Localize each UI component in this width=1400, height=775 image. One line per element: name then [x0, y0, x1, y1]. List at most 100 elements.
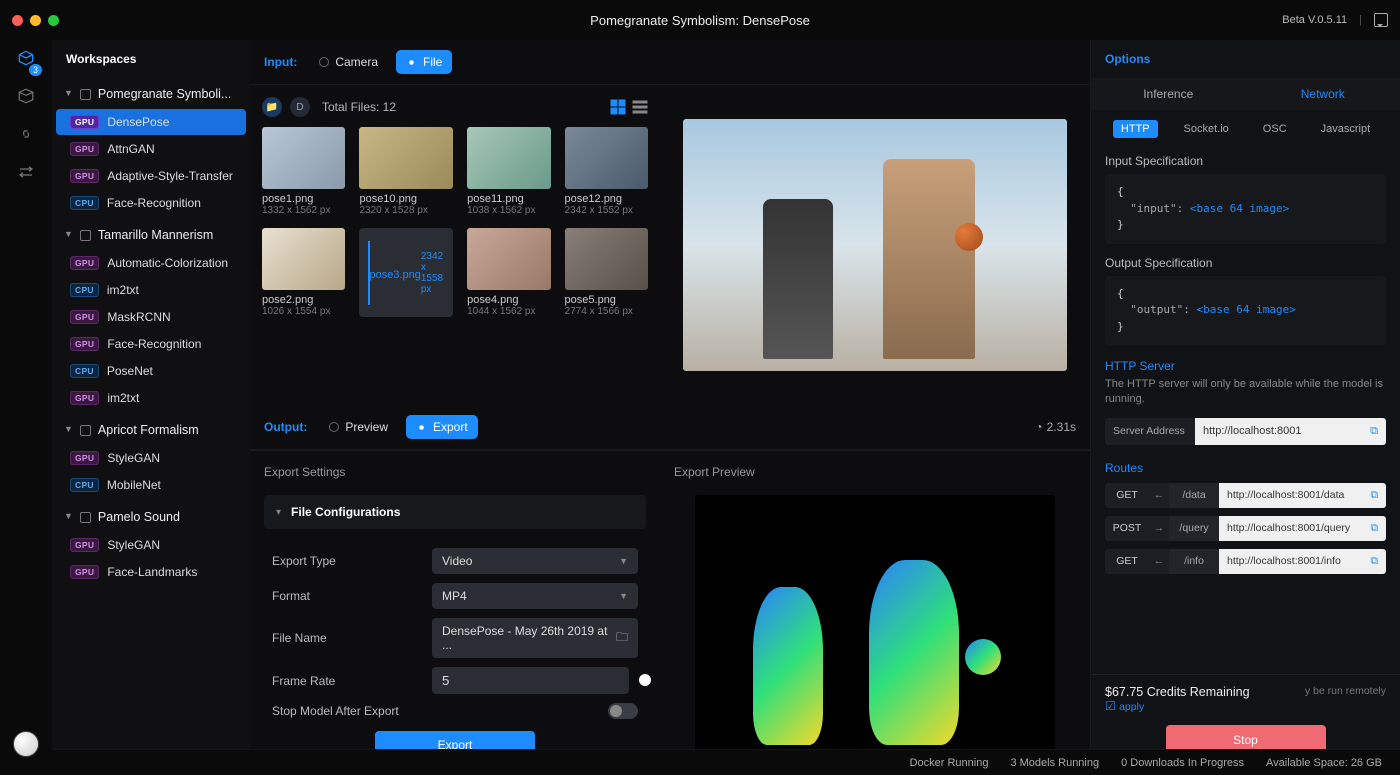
chevron-down-icon: ▼ — [619, 591, 628, 601]
clock-icon: ◔ — [1035, 420, 1042, 434]
file-thumbnail — [467, 127, 550, 189]
tab-inference[interactable]: Inference — [1091, 78, 1246, 110]
model-row[interactable]: CPUPoseNet — [56, 358, 246, 384]
model-row[interactable]: GPUDensePose — [56, 109, 246, 135]
proto-socketio[interactable]: Socket.io — [1176, 120, 1237, 138]
route-url[interactable]: http://localhost:8001/info⧉ — [1219, 549, 1386, 574]
compute-tag: GPU — [70, 337, 99, 351]
output-option-export[interactable]: Export — [406, 415, 478, 439]
model-row[interactable]: GPUStyleGAN — [56, 445, 246, 471]
export-preview-panel: Export Preview — [660, 451, 1090, 775]
copy-icon[interactable]: ⧉ — [1371, 522, 1379, 535]
route-url[interactable]: http://localhost:8001/query⧉ — [1219, 516, 1386, 541]
file-card[interactable]: pose1.png1332 x 1562 px — [262, 127, 345, 216]
proto-javascript[interactable]: Javascript — [1313, 120, 1379, 138]
workspace-header[interactable]: ▼Pamelo Sound — [52, 503, 250, 531]
workspace-header[interactable]: ▼ Apricot Formalism — [52, 416, 250, 444]
output-option-preview[interactable]: Preview — [319, 415, 398, 439]
export-icon — [416, 422, 427, 433]
user-avatar[interactable] — [13, 731, 39, 757]
file-dimensions: 1044 x 1562 px — [467, 306, 550, 317]
list-view-button[interactable] — [632, 99, 648, 115]
close-window-button[interactable] — [12, 15, 23, 26]
file-dimensions: 1026 x 1554 px — [262, 306, 345, 317]
tab-network[interactable]: Network — [1246, 78, 1400, 110]
nav-rail: 3 — [0, 40, 52, 775]
flow-icon[interactable] — [16, 162, 36, 182]
workspace-header[interactable]: ▼Tamarillo Mannerism — [52, 221, 250, 249]
chevron-down-icon: ▼ — [64, 424, 73, 434]
file-name-field[interactable]: DensePose - May 26th 2019 at ...🗀 — [432, 618, 638, 658]
file-card[interactable]: pose3.png2342 x 1558 px — [359, 228, 453, 317]
route-path: /data — [1169, 483, 1219, 508]
open-folder-button[interactable]: 📁 — [262, 97, 282, 117]
model-name: im2txt — [107, 283, 139, 297]
proto-http[interactable]: HTTP — [1113, 120, 1158, 138]
model-row[interactable]: GPUMaskRCNN — [56, 304, 246, 330]
model-row[interactable]: GPUAttnGAN — [56, 136, 246, 162]
file-name: pose12.png — [565, 193, 648, 205]
model-name: PoseNet — [107, 364, 153, 378]
model-name: Face-Recognition — [107, 337, 201, 351]
file-card[interactable]: pose12.png2342 x 1552 px — [565, 127, 648, 216]
file-card[interactable]: pose10.png2320 x 1528 px — [359, 127, 453, 216]
stop-after-toggle[interactable] — [608, 703, 638, 719]
model-row[interactable]: GPUFace-Landmarks — [56, 559, 246, 585]
input-option-camera[interactable]: Camera — [309, 50, 388, 74]
workspace-name: Apricot Formalism — [98, 423, 199, 437]
model-name: Adaptive-Style-Transfer — [107, 169, 233, 183]
format-select[interactable]: MP4▼ — [432, 583, 638, 609]
model-row[interactable]: GPUStyleGAN — [56, 532, 246, 558]
filter-button[interactable]: D — [290, 97, 310, 117]
status-docker: Docker Running — [910, 757, 989, 769]
model-row[interactable]: CPUFace-Recognition — [56, 190, 246, 216]
server-address-value[interactable]: http://localhost:8001⧉ — [1195, 418, 1386, 445]
link-icon[interactable] — [16, 124, 36, 144]
models-icon[interactable] — [16, 86, 36, 106]
compute-tag: GPU — [70, 256, 99, 270]
route-url[interactable]: http://localhost:8001/data⧉ — [1219, 483, 1386, 508]
workspace-header[interactable]: ▼Pomegranate Symboli... — [52, 80, 250, 108]
model-row[interactable]: CPUim2txt — [56, 277, 246, 303]
file-card[interactable]: pose4.png1044 x 1562 px — [467, 228, 550, 317]
rail-badge: 3 — [29, 64, 42, 76]
file-name: pose2.png — [262, 294, 345, 306]
copy-icon[interactable]: ⧉ — [1371, 555, 1379, 568]
file-card[interactable]: pose2.png1026 x 1554 px — [262, 228, 345, 317]
minimize-window-button[interactable] — [30, 15, 41, 26]
input-bar: Input: Camera File — [250, 40, 1090, 85]
proto-osc[interactable]: OSC — [1255, 120, 1295, 138]
version-label: Beta V.0.5.11 — [1282, 14, 1347, 26]
copy-icon[interactable]: ⧉ — [1370, 425, 1378, 438]
file-configurations-header[interactable]: ▾ File Configurations — [264, 495, 646, 529]
route-method: POST — [1105, 516, 1149, 541]
workspace-icon — [80, 512, 91, 523]
file-name: pose4.png — [467, 294, 550, 306]
copy-icon[interactable]: ⧉ — [1371, 489, 1379, 502]
file-thumbnail — [565, 228, 648, 290]
maximize-window-button[interactable] — [48, 15, 59, 26]
model-name: DensePose — [107, 115, 169, 129]
file-dimensions: 2320 x 1528 px — [359, 205, 453, 216]
chevron-down-icon: ▾ — [276, 507, 281, 518]
input-option-file[interactable]: File — [396, 50, 452, 74]
compute-tag: GPU — [70, 310, 99, 324]
model-row[interactable]: GPU Face-Recognition — [56, 331, 246, 357]
compute-tag: GPU — [70, 538, 99, 552]
file-card[interactable]: pose11.png1038 x 1562 px — [467, 127, 550, 216]
model-row[interactable]: GPUAdaptive-Style-Transfer — [56, 163, 246, 189]
model-row[interactable]: GPUAutomatic-Colorization — [56, 250, 246, 276]
input-preview — [660, 85, 1090, 405]
frame-rate-input[interactable] — [432, 667, 629, 694]
export-type-select[interactable]: Video▼ — [432, 548, 638, 574]
file-card[interactable]: pose5.png2774 x 1566 px — [565, 228, 648, 317]
model-row[interactable]: GPUim2txt — [56, 385, 246, 411]
workspace-icon — [80, 425, 91, 436]
http-server-title: HTTP Server — [1105, 359, 1386, 373]
chevron-down-icon: ▼ — [64, 229, 73, 239]
workspaces-icon[interactable]: 3 — [16, 48, 36, 68]
feedback-icon[interactable] — [1374, 13, 1388, 27]
grid-view-button[interactable] — [610, 99, 626, 115]
model-row[interactable]: CPUMobileNet — [56, 472, 246, 498]
apply-link[interactable]: apply — [1119, 701, 1144, 713]
